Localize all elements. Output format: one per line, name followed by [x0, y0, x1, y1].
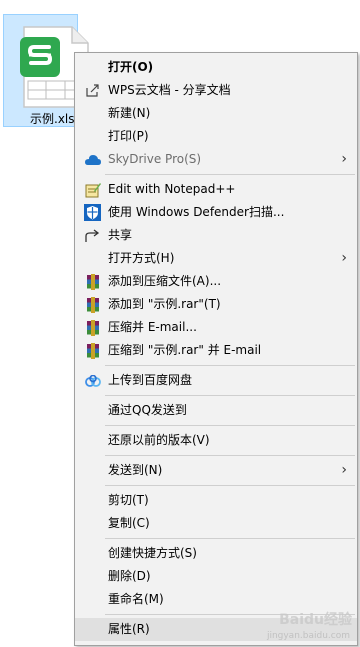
file-name-label[interactable]: 示例.xls: [30, 110, 75, 127]
menu-item-edit-notepadpp[interactable]: Edit with Notepad++: [75, 178, 357, 201]
menu-item-restore-previous[interactable]: 还原以前的版本(V): [75, 429, 357, 452]
menu-item-label: 添加到 "示例.rar"(T): [108, 297, 221, 311]
menu-item-label: 属性(R): [108, 622, 150, 636]
menu-item-open[interactable]: 打开(O): [75, 56, 357, 79]
watermark: Baidu经验: [279, 612, 352, 628]
menu-item-compress-to-rar-email[interactable]: 压缩到 "示例.rar" 并 E-mail: [75, 339, 357, 362]
menu-item-label: 压缩到 "示例.rar" 并 E-mail: [108, 343, 262, 357]
menu-item-label: 重命名(M): [108, 592, 164, 606]
menu-item-defender-scan[interactable]: 使用 Windows Defender扫描...: [75, 201, 357, 224]
menu-item-label: 还原以前的版本(V): [108, 433, 210, 447]
context-menu: 打开(O) WPS云文档 - 分享文档 新建(N) 打印(P) SkyDrive…: [74, 52, 358, 646]
menu-item-label: Edit with Notepad++: [108, 182, 236, 196]
menu-item-cut[interactable]: 剪切(T): [75, 489, 357, 512]
menu-item-label: 压缩并 E-mail...: [108, 320, 197, 334]
share-icon: [84, 227, 101, 244]
winrar-icon: [84, 296, 101, 313]
menu-item-label: 发送到(N): [108, 463, 163, 477]
menu-item-compress-email[interactable]: 压缩并 E-mail...: [75, 316, 357, 339]
menu-item-print[interactable]: 打印(P): [75, 125, 357, 148]
menu-separator: [105, 395, 355, 396]
menu-item-send-via-qq[interactable]: 通过QQ发送到: [75, 399, 357, 422]
menu-item-label: 新建(N): [108, 106, 151, 120]
menu-item-label: 打开方式(H): [108, 251, 175, 265]
winrar-icon: [84, 319, 101, 336]
menu-item-add-to-rar[interactable]: 添加到 "示例.rar"(T): [75, 293, 357, 316]
menu-item-label: 使用 Windows Defender扫描...: [108, 205, 285, 219]
menu-item-wps-cloud-share[interactable]: WPS云文档 - 分享文档: [75, 79, 357, 102]
menu-item-send-to[interactable]: 发送到(N) ›: [75, 459, 357, 482]
menu-item-label: 上传到百度网盘: [108, 373, 193, 387]
menu-item-label: 打开(O): [108, 60, 154, 74]
defender-shield-icon: [84, 204, 101, 221]
cloud-icon: [84, 151, 101, 168]
menu-separator: [105, 365, 355, 366]
notepad-plus-icon: [84, 181, 101, 198]
menu-separator: [105, 425, 355, 426]
menu-item-skydrive-pro[interactable]: SkyDrive Pro(S) ›: [75, 148, 357, 171]
menu-item-share[interactable]: 共享: [75, 224, 357, 247]
menu-item-new[interactable]: 新建(N): [75, 102, 357, 125]
menu-item-label: SkyDrive Pro(S): [108, 152, 202, 166]
baidu-netdisk-icon: [84, 372, 101, 389]
menu-item-open-with[interactable]: 打开方式(H) ›: [75, 247, 357, 270]
menu-item-label: WPS云文档 - 分享文档: [108, 83, 231, 97]
menu-item-delete[interactable]: 删除(D): [75, 565, 357, 588]
menu-item-rename[interactable]: 重命名(M): [75, 588, 357, 611]
winrar-icon: [84, 273, 101, 290]
menu-item-label: 打印(P): [108, 129, 149, 143]
winrar-icon: [84, 342, 101, 359]
menu-separator: [105, 455, 355, 456]
menu-item-copy[interactable]: 复制(C): [75, 512, 357, 535]
watermark-url: jingyan.baidu.com: [266, 631, 350, 641]
chevron-right-icon: ›: [341, 250, 347, 266]
menu-separator: [105, 485, 355, 486]
menu-item-label: 共享: [108, 228, 133, 242]
menu-separator: [105, 538, 355, 539]
menu-item-create-shortcut[interactable]: 创建快捷方式(S): [75, 542, 357, 565]
menu-item-add-to-archive[interactable]: 添加到压缩文件(A)...: [75, 270, 357, 293]
menu-separator: [105, 174, 355, 175]
menu-item-label: 创建快捷方式(S): [108, 546, 197, 560]
desktop: 示例.xls 打开(O) WPS云文档 - 分享文档 新建(N) 打印(P) S…: [0, 0, 360, 647]
menu-item-label: 通过QQ发送到: [108, 403, 187, 417]
menu-item-label: 复制(C): [108, 516, 150, 530]
chevron-right-icon: ›: [341, 462, 347, 478]
share-cloud-icon: [84, 82, 101, 99]
menu-item-upload-baidu[interactable]: 上传到百度网盘: [75, 369, 357, 392]
menu-item-label: 添加到压缩文件(A)...: [108, 274, 222, 288]
chevron-right-icon: ›: [341, 151, 347, 167]
menu-item-label: 删除(D): [108, 569, 151, 583]
menu-item-label: 剪切(T): [108, 493, 149, 507]
